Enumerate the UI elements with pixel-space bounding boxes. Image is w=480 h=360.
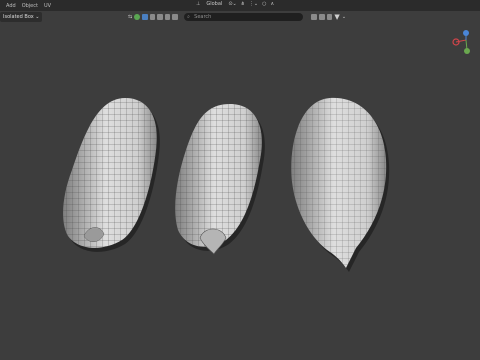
falloff-icon[interactable]: ∧ xyxy=(270,1,274,7)
mode-dropdown[interactable]: Isolated Box ⌄ xyxy=(0,12,43,22)
proportional-icon[interactable]: ○ xyxy=(262,1,266,7)
arrow-icon[interactable]: ⇆ xyxy=(128,14,132,20)
search-input[interactable]: ⌕ Search xyxy=(184,13,304,21)
view-icon[interactable] xyxy=(326,14,333,20)
search-placeholder: Search xyxy=(194,14,212,20)
mesh-object-left[interactable] xyxy=(63,98,160,252)
mesh-icon[interactable] xyxy=(149,14,156,20)
camera-icon[interactable] xyxy=(164,14,171,20)
magnet-icon[interactable]: ⋔ xyxy=(241,1,245,7)
mesh-object-right[interactable] xyxy=(291,97,390,272)
chevron-down-icon[interactable]: ⌄ xyxy=(342,14,346,20)
orientation-icon: ⊥ xyxy=(196,1,201,7)
funnel-icon[interactable]: ▼ xyxy=(334,13,339,21)
menu-object[interactable]: Object xyxy=(22,3,38,9)
menu-uv[interactable]: UV xyxy=(44,3,51,9)
object-icon[interactable] xyxy=(134,14,140,20)
search-icon: ⌕ xyxy=(187,14,190,20)
material-icon[interactable] xyxy=(157,14,163,20)
pivot-icon[interactable]: ⊙⌄ xyxy=(228,1,236,7)
transform-controls: ⊥ Global ⊙⌄ ⋔ ⋮⌄ ○ ∧ xyxy=(196,1,274,7)
light-icon[interactable] xyxy=(172,14,179,20)
3d-viewport[interactable] xyxy=(0,24,480,360)
select-box-icon[interactable] xyxy=(141,14,148,20)
snap-dropdown[interactable]: ⋮⌄ xyxy=(249,1,258,7)
restrict-icon[interactable] xyxy=(319,14,325,20)
outliner-filter-bar: ⇆ ⌕ Search ▼ ⌄ xyxy=(128,12,346,22)
menu-add[interactable]: Add xyxy=(6,3,16,9)
filter-options-icon[interactable] xyxy=(311,14,318,20)
mesh-object-middle[interactable] xyxy=(175,104,265,255)
orientation-dropdown[interactable]: Global xyxy=(204,1,224,7)
